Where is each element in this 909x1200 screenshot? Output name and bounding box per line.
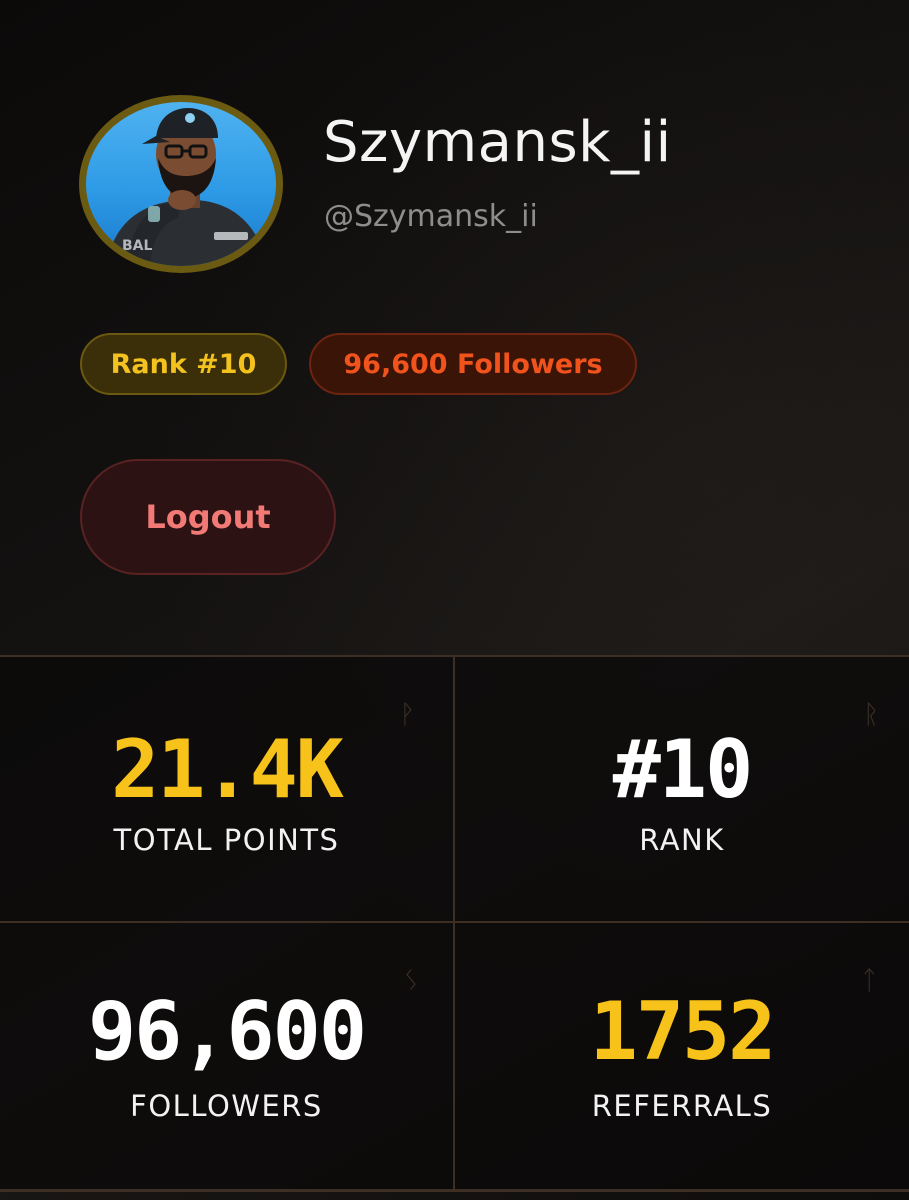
logout-button[interactable]: Logout bbox=[80, 459, 336, 575]
avatar[interactable]: BAL bbox=[86, 102, 276, 266]
stat-card-rank: ᚱ #10 RANK bbox=[455, 655, 909, 921]
user-handle: @Szymansk_ii bbox=[324, 199, 538, 234]
stats-grid: ᚹ 21.4K TOTAL POINTS ᚱ #10 RANK ᛊ 96,600… bbox=[0, 655, 909, 1200]
user-avatar-photo-icon: BAL bbox=[106, 108, 268, 266]
stat-label-rank: RANK bbox=[639, 823, 725, 857]
stat-label-referrals: REFERRALS bbox=[591, 1089, 773, 1123]
stat-card-followers: ᛊ 96,600 FOLLOWERS bbox=[0, 923, 453, 1189]
stat-label-followers: FOLLOWERS bbox=[130, 1089, 323, 1123]
display-name: Szymansk_ii bbox=[323, 110, 672, 175]
stat-value-total-points: 21.4K bbox=[111, 723, 344, 816]
stat-value-rank: #10 bbox=[612, 723, 754, 816]
stat-card-total-points: ᚹ 21.4K TOTAL POINTS bbox=[0, 655, 453, 921]
stat-value-followers: 96,600 bbox=[88, 985, 367, 1078]
stat-value-referrals: 1752 bbox=[589, 985, 777, 1078]
rank-badge: Rank #10 bbox=[80, 333, 287, 395]
svg-text:BAL: BAL bbox=[122, 238, 153, 254]
stat-card-referrals: ᛏ 1752 REFERRALS bbox=[455, 923, 909, 1189]
followers-badge: 96,600 Followers bbox=[309, 333, 637, 395]
grid-divider-vertical bbox=[453, 655, 455, 1192]
stat-label-total-points: TOTAL POINTS bbox=[113, 823, 340, 857]
